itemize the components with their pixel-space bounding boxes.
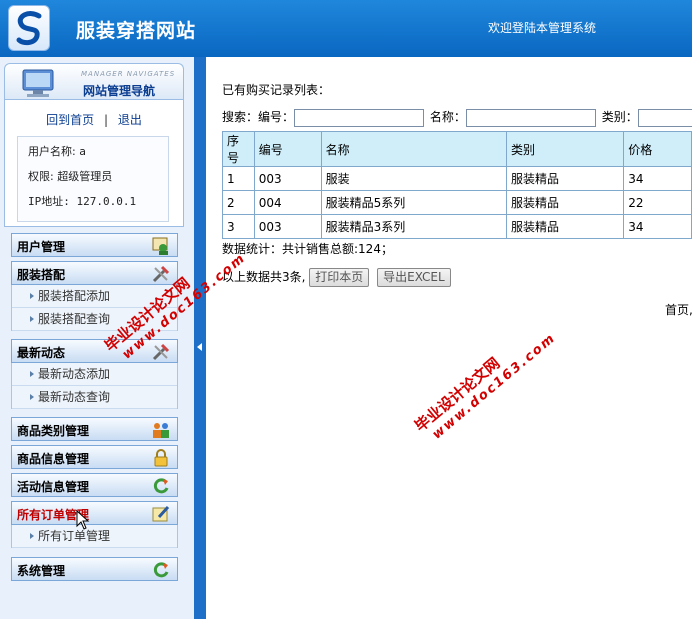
sidebar-item-news-add[interactable]: 最新动态添加 (12, 363, 177, 386)
menu-activity: 活动信息管理 (11, 473, 178, 497)
user-details: 用户名称: a 权限: 超级管理员 IP地址: 127.0.0.1 (17, 136, 169, 222)
welcome-text: 欢迎登陆本管理系统 (488, 21, 597, 35)
col-header: 价格 (623, 131, 692, 167)
menu-label: 商品信息管理 (17, 452, 90, 466)
table-cell: 34 (623, 166, 692, 191)
nav-header: MANAGER NAVIGATES 网站管理导航 (4, 63, 184, 99)
table-cell: 服装精品5系列 (320, 190, 507, 215)
table-cell: 3 (222, 214, 255, 239)
refresh-icon (153, 478, 169, 494)
table-row: 2 004 服装精品5系列 服装精品 22 (222, 190, 692, 215)
menu-head-outfit[interactable]: 服装搭配 (11, 261, 178, 285)
user-info-box: 回到首页 | 退出 用户名称: a 权限: 超级管理员 IP地址: 127.0.… (4, 99, 184, 227)
top-header: 服装穿搭网站 欢迎登陆本管理系统 (0, 0, 692, 57)
home-link[interactable]: 回到首页 (46, 113, 94, 127)
logo-swirl-icon (16, 11, 42, 46)
menu-label: 最新动态 (17, 346, 66, 360)
search-bar: 搜索：编号： 名称： 类别： (222, 108, 692, 127)
collapse-arrow-icon[interactable] (197, 343, 202, 351)
user-card-icon (152, 237, 168, 255)
sidebar-splitter[interactable] (194, 57, 206, 619)
print-button[interactable]: 打印本页 (309, 268, 370, 287)
refresh-icon (153, 562, 169, 578)
menu-head-user-management[interactable]: 用户管理 (11, 233, 178, 257)
menu-label: 服装搭配 (17, 268, 66, 282)
menu-label: 活动信息管理 (17, 480, 90, 494)
table-cell: 1 (222, 166, 255, 191)
table-cell: 003 (253, 166, 322, 191)
code-search-input[interactable] (294, 108, 425, 127)
table-row: 3 003 服装精品3系列 服装精品 34 (222, 214, 692, 239)
tools-icon (152, 265, 170, 283)
submenu-orders: 所有订单管理 (11, 525, 178, 548)
sales-statistics: 数据统计：共计销售总额:124； (222, 242, 393, 256)
menu-system: 系统管理 (11, 557, 178, 581)
menu-category: 商品类别管理 (11, 417, 178, 441)
table-cell: 服装精品 (505, 166, 625, 191)
name-search-input[interactable] (465, 108, 596, 127)
monitor-icon (22, 69, 54, 97)
user-name: 用户名称: a (28, 145, 86, 158)
table-cell: 22 (623, 190, 692, 215)
menu-head-category[interactable]: 商品类别管理 (11, 417, 178, 441)
lock-icon (154, 449, 168, 467)
table-header-row: 序号 编号 名称 类别 价格 (222, 131, 692, 167)
table-cell: 服装精品 (505, 214, 625, 239)
menu-head-system[interactable]: 系统管理 (11, 557, 178, 581)
menu-head-activity[interactable]: 活动信息管理 (11, 473, 178, 497)
menu-product: 商品信息管理 (11, 445, 178, 469)
category-search-input[interactable] (637, 108, 692, 127)
link-separator: | (103, 113, 109, 127)
user-ip: IP地址: 127.0.0.1 (28, 195, 137, 208)
list-title: 已有购买记录列表： (222, 83, 331, 97)
table-row: 1 003 服装 服装精品 34 (222, 166, 692, 191)
menu-head-news[interactable]: 最新动态 (11, 339, 178, 363)
sidebar-item-news-query[interactable]: 最新动态查询 (12, 386, 177, 409)
export-excel-button[interactable]: 导出EXCEL (377, 268, 451, 287)
table-cell: 2 (222, 190, 255, 215)
submenu-news: 最新动态添加 最新动态查询 (11, 363, 178, 409)
category-label: 类别： (601, 110, 638, 124)
sidebar: MANAGER NAVIGATES 网站管理导航 回到首页 | 退出 用户名称:… (4, 63, 184, 227)
table-cell: 003 (253, 214, 322, 239)
user-role: 权限: 超级管理员 (28, 170, 113, 183)
tools-icon (152, 343, 170, 361)
pager[interactable]: 首页, (665, 301, 692, 318)
total-row: 以上数据共3条, 打印本页 导出EXCEL (222, 268, 451, 287)
menu-label: 商品类别管理 (17, 424, 90, 438)
logout-link[interactable]: 退出 (118, 113, 142, 127)
table-cell: 004 (253, 190, 322, 215)
user-links: 回到首页 | 退出 (5, 111, 183, 128)
main-content: 已有购买记录列表： 搜索：编号： 名称： 类别： 序号 编号 名称 类别 价格 … (206, 57, 692, 619)
search-prefix: 搜索： (222, 110, 259, 124)
code-label: 编号： (258, 110, 295, 124)
col-header: 序号 (222, 131, 255, 167)
table-cell: 服装精品3系列 (320, 214, 507, 239)
nav-subtitle: MANAGER NAVIGATES (81, 70, 176, 78)
edit-icon (152, 505, 170, 522)
table-cell: 服装精品 (505, 190, 625, 215)
site-title: 服装穿搭网站 (76, 20, 197, 42)
menu-head-orders[interactable]: 所有订单管理 (11, 501, 178, 525)
purchase-table: 序号 编号 名称 类别 价格 1 003 服装 服装精品 34 2 004 服装… (222, 131, 692, 239)
col-header: 编号 (253, 131, 322, 167)
menu-orders: 所有订单管理 所有订单管理 (11, 501, 178, 548)
menu-head-product[interactable]: 商品信息管理 (11, 445, 178, 469)
table-cell: 服装 (320, 166, 507, 191)
menu-user-management: 用户管理 (11, 233, 178, 257)
mouse-cursor-icon (76, 510, 90, 530)
nav-title: 网站管理导航 (83, 84, 156, 98)
menu-news: 最新动态 最新动态添加 最新动态查询 (11, 339, 178, 409)
table-cell: 34 (623, 214, 692, 239)
site-logo (8, 5, 50, 51)
menu-label: 用户管理 (17, 240, 66, 254)
users-group-icon (153, 423, 169, 438)
col-header: 类别 (505, 131, 625, 167)
name-label: 名称： (429, 110, 466, 124)
col-header: 名称 (320, 131, 507, 167)
sidebar-item-orders[interactable]: 所有订单管理 (12, 525, 177, 548)
menu-label: 系统管理 (17, 564, 66, 578)
